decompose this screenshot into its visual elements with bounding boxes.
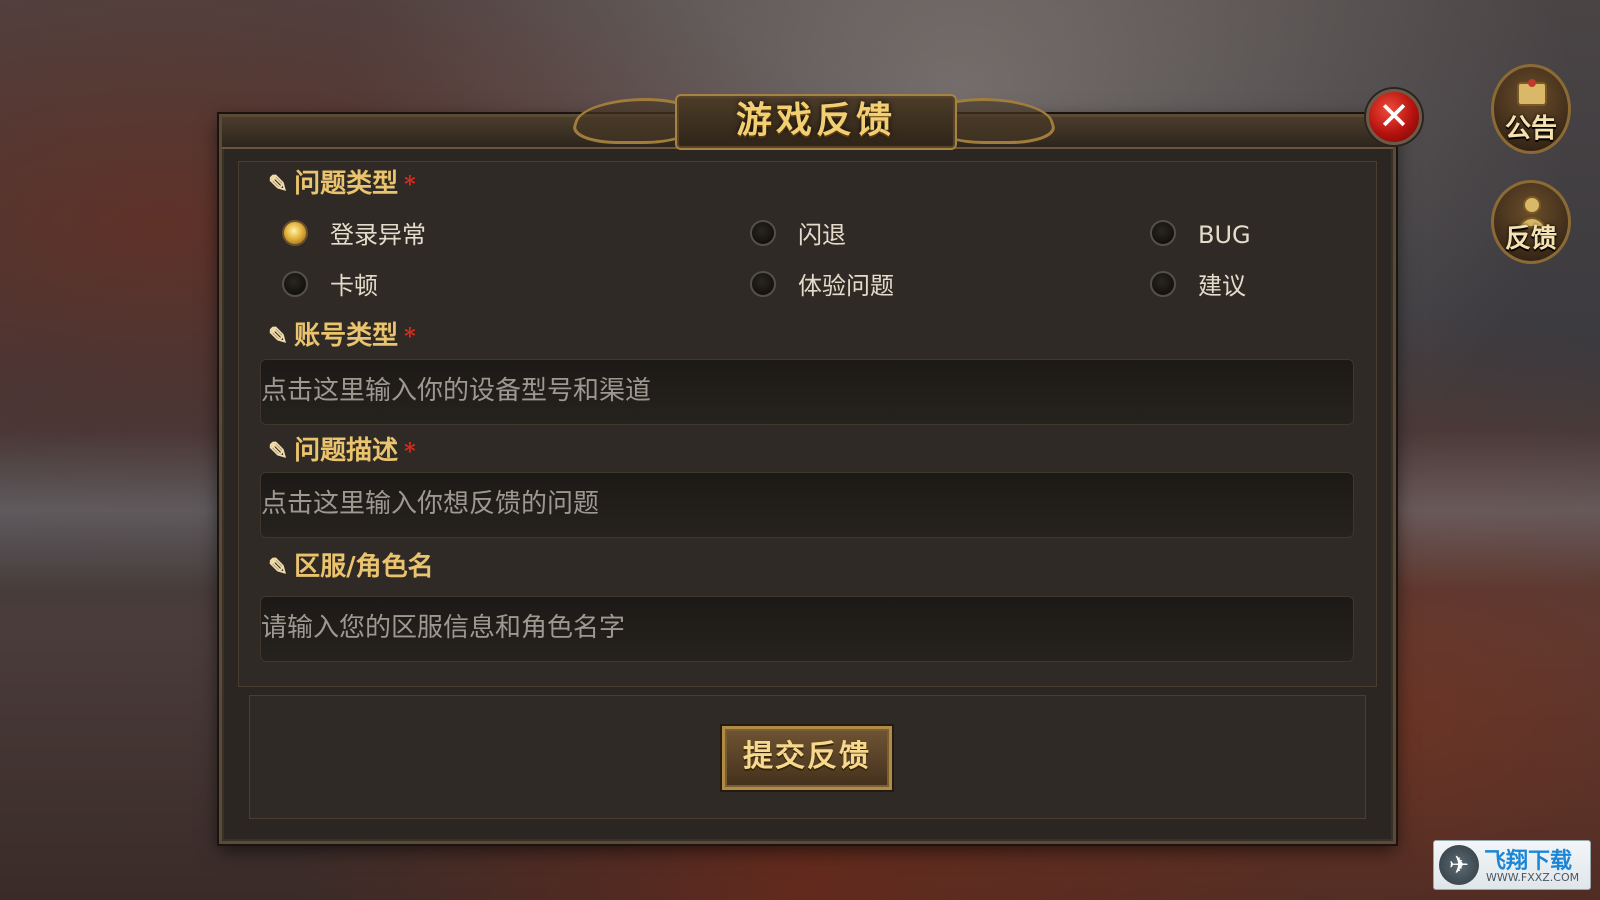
dialog-title: 游戏反馈	[735, 99, 896, 141]
watermark-url: WWW.FXXZ.COM	[1486, 871, 1580, 884]
radio-unselected-icon	[1150, 220, 1176, 246]
close-button[interactable]: ✕	[1366, 89, 1422, 145]
problem-type-label: ✎ 问题类型 *	[268, 169, 416, 199]
pencil-icon: ✎	[268, 552, 289, 581]
radio-unselected-icon	[282, 271, 308, 297]
description-label: ✎ 问题描述 *	[268, 436, 416, 466]
close-icon: ✕	[1378, 94, 1410, 138]
watermark-logo: ✈ 飞翔下载 WWW.FXXZ.COM	[1433, 840, 1591, 890]
account-type-label: ✎ 账号类型 *	[268, 321, 416, 351]
server-role-input[interactable]: 请输入您的区服信息和角色名字	[260, 596, 1354, 662]
server-role-placeholder: 请输入您的区服信息和角色名字	[261, 613, 626, 643]
radio-unselected-icon	[750, 271, 776, 297]
required-mark: *	[404, 324, 416, 350]
pencil-icon: ✎	[268, 321, 289, 350]
notice-label: 公告	[1504, 114, 1557, 144]
radio-selected-icon	[282, 220, 308, 246]
account-type-input[interactable]: 点击这里输入你的设备型号和渠道	[260, 359, 1354, 425]
feedback-side-button[interactable]: 反馈	[1491, 180, 1571, 264]
watermark-icon: ✈	[1439, 845, 1479, 885]
notice-button[interactable]: 公告	[1491, 64, 1571, 154]
description-input[interactable]: 点击这里输入你想反馈的问题	[260, 472, 1354, 538]
radio-unselected-icon	[750, 220, 776, 246]
required-mark: *	[404, 439, 416, 465]
description-placeholder: 点击这里输入你想反馈的问题	[261, 489, 600, 519]
pencil-icon: ✎	[268, 436, 289, 465]
feedback-side-label: 反馈	[1504, 224, 1557, 254]
radio-unselected-icon	[1150, 271, 1176, 297]
required-mark: *	[404, 172, 416, 198]
dialog-title-plate: 游戏反馈	[567, 88, 1061, 150]
submit-feedback-button[interactable]: 提交反馈	[722, 726, 892, 790]
account-type-placeholder: 点击这里输入你的设备型号和渠道	[261, 376, 652, 406]
pencil-icon: ✎	[268, 169, 289, 198]
server-role-label: ✎ 区服/角色名	[268, 552, 434, 582]
